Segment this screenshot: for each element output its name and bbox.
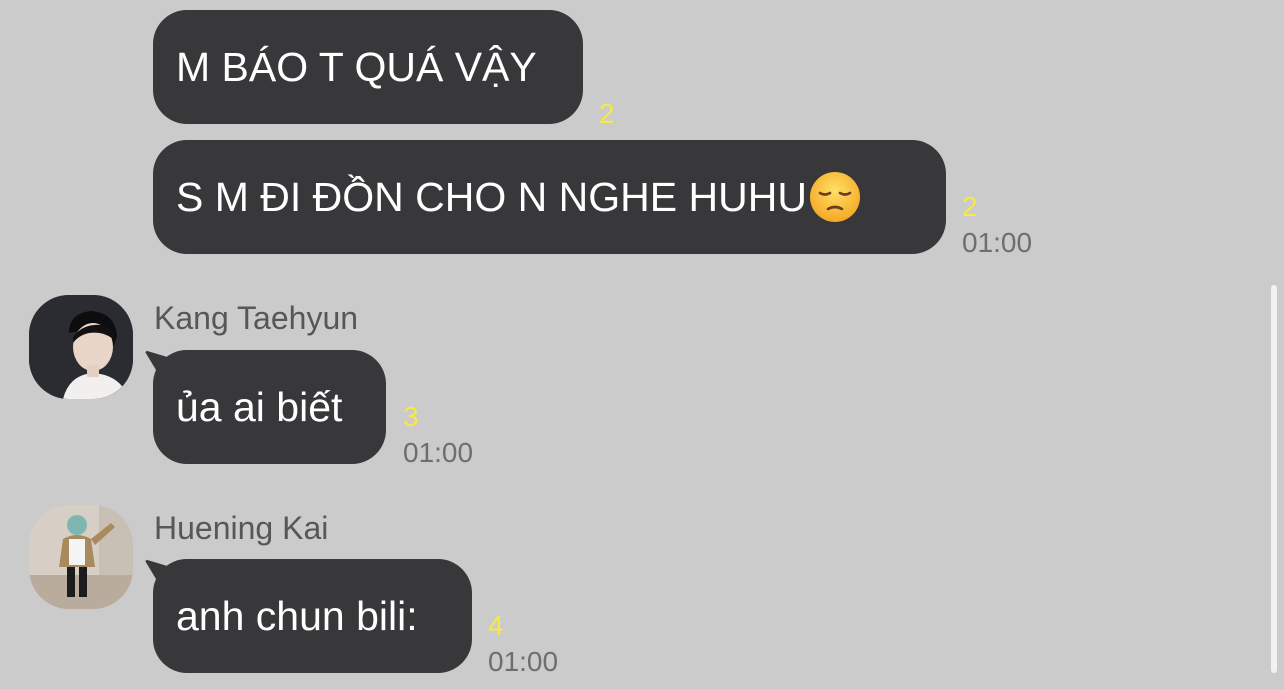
message-time: 01:00 bbox=[962, 227, 1033, 258]
message-text: S M ĐI ĐỒN CHO N NGHE HUHU bbox=[176, 173, 807, 220]
message-bubble[interactable]: S M ĐI ĐỒN CHO N NGHE HUHU bbox=[153, 140, 946, 254]
profile-photo-icon bbox=[29, 295, 133, 399]
pensive-face-emoji-icon bbox=[809, 172, 860, 222]
avatar[interactable] bbox=[29, 295, 133, 399]
message-text: ủa ai biết bbox=[176, 383, 343, 430]
scrollbar[interactable] bbox=[1271, 285, 1277, 673]
message-text: anh chun bili: bbox=[176, 592, 418, 639]
sender-name: Huening Kai bbox=[154, 510, 329, 546]
message-bubble[interactable]: M BÁO T QUÁ VẬY bbox=[153, 10, 583, 124]
message-time: 01:00 bbox=[488, 646, 559, 677]
message-bubble[interactable]: anh chun bili: bbox=[153, 559, 472, 673]
unread-count: 2 bbox=[962, 191, 978, 222]
sender-name: Kang Taehyun bbox=[154, 300, 359, 336]
message-time: 01:00 bbox=[403, 437, 474, 468]
unread-count: 3 bbox=[403, 401, 419, 432]
unread-count: 2 bbox=[599, 98, 615, 129]
message-bubble[interactable]: ủa ai biết bbox=[153, 350, 386, 464]
unread-count: 4 bbox=[488, 610, 504, 641]
message-text: M BÁO T QUÁ VẬY bbox=[176, 43, 537, 90]
chat-view: M BÁO T QUÁ VẬY 2 S M ĐI ĐỒN CHO N NGHE … bbox=[0, 0, 1284, 689]
avatar[interactable] bbox=[29, 505, 133, 609]
profile-photo-icon bbox=[29, 505, 133, 609]
